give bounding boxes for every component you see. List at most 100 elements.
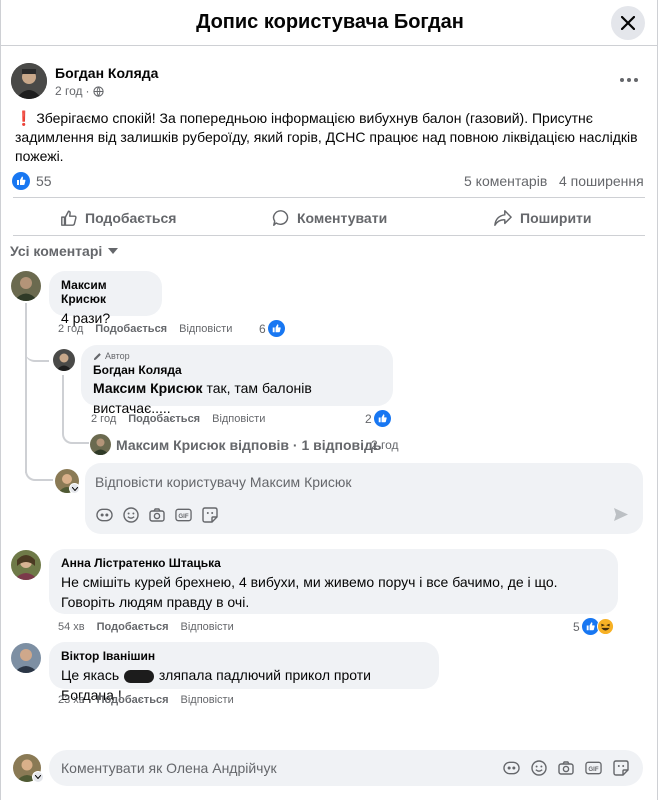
comment-author[interactable]: Віктор Іванішин (61, 649, 427, 663)
dialog-header: Допис користувача Богдан (1, 0, 658, 46)
reply-reactions[interactable]: 2 (365, 410, 391, 427)
author-badge: Автор (105, 351, 130, 361)
comment-author[interactable]: Максим Крисюк (61, 278, 150, 306)
redacted-word (124, 669, 155, 683)
exclamation-icon: ❗ (15, 110, 33, 126)
post-body: ❗ Зберігаємо спокій! За попередньою інфо… (15, 109, 645, 166)
reaction-summary[interactable]: 55 (12, 172, 52, 190)
post-author-name[interactable]: Богдан Коляда (55, 65, 158, 81)
comment-time[interactable]: 23 хв (58, 694, 85, 706)
comment-reply-link[interactable]: Відповісти (179, 323, 232, 335)
reply-mention[interactable]: Максим Крисюк (93, 380, 203, 396)
thread-connector (25, 458, 53, 481)
comment-like-link[interactable]: Подобається (95, 323, 167, 335)
divider (13, 197, 645, 198)
avatar-dropdown[interactable] (32, 771, 44, 783)
reply-time[interactable]: 2 год (91, 413, 116, 425)
comment-icon (272, 210, 289, 226)
more-replies-name: Максим Крисюк (116, 437, 226, 453)
comment-input-placeholder: Коментувати як Олена Андрійчук (61, 760, 277, 776)
comment-like-link[interactable]: Подобається (97, 621, 169, 633)
comment-avatar[interactable] (11, 643, 41, 673)
comment-filter[interactable]: Усі коментарі (10, 243, 119, 259)
comment-input[interactable]: Коментувати як Олена Андрійчук GIF (49, 750, 643, 786)
avatar-sticker-icon[interactable] (96, 507, 113, 523)
close-icon (621, 16, 635, 30)
chevron-down-icon (108, 247, 119, 254)
comment-avatar[interactable] (11, 271, 41, 301)
avatar-sticker-icon[interactable] (503, 760, 520, 776)
svg-text:GIF: GIF (588, 766, 598, 773)
share-icon (494, 210, 512, 226)
pencil-icon (93, 352, 101, 360)
post-more-button[interactable] (615, 72, 643, 88)
emoji-icon[interactable] (123, 507, 139, 523)
send-icon (614, 508, 628, 521)
comment-text: Не смішіть курей брехнею, 4 вибухи, ми ж… (61, 574, 558, 610)
comment-time[interactable]: 54 хв (58, 621, 85, 633)
like-reaction-icon (267, 320, 285, 337)
shares-count[interactable]: 4 поширення (559, 173, 644, 189)
divider (13, 235, 645, 236)
close-button[interactable] (611, 6, 645, 40)
reply-like-link[interactable]: Подобається (128, 413, 200, 425)
comment-reaction-count: 5 (573, 619, 580, 634)
camera-icon[interactable] (558, 760, 574, 776)
comment-label: Коментувати (297, 210, 388, 226)
comment-time[interactable]: 2 год (58, 323, 83, 335)
post-time[interactable]: 2 год (55, 84, 83, 98)
comment-like-link[interactable]: Подобається (97, 694, 169, 706)
thread-connector (62, 423, 89, 444)
reply-input[interactable]: Відповісти користувачу Максим Крисюк GIF (85, 463, 643, 534)
reply-reaction-count: 2 (365, 411, 372, 426)
emoji-icon[interactable] (531, 760, 547, 776)
more-replies-time: 2 год (371, 438, 399, 452)
reply-avatar[interactable] (53, 349, 75, 371)
chevron-down-icon (35, 775, 41, 779)
comment-reply-link[interactable]: Відповісти (181, 621, 234, 633)
post-author-avatar[interactable] (11, 63, 47, 99)
reply-reply-link[interactable]: Відповісти (212, 413, 265, 425)
like-reaction-icon (12, 172, 30, 190)
comment-author[interactable]: Анна Лістратенко Штацька (61, 556, 606, 570)
share-button[interactable]: Поширити (493, 203, 592, 233)
comment-reactions[interactable]: 6 (259, 320, 285, 337)
share-label: Поширити (520, 210, 592, 226)
sticker-icon[interactable] (202, 507, 218, 523)
like-icon (61, 210, 77, 226)
thread-line (62, 375, 64, 430)
like-button[interactable]: Подобається (60, 203, 176, 233)
like-label: Подобається (85, 210, 177, 226)
send-button[interactable] (613, 507, 629, 527)
svg-text:GIF: GIF (178, 513, 188, 520)
comment-reaction-count: 6 (259, 321, 266, 336)
comments-count[interactable]: 5 коментарів (464, 173, 547, 189)
like-reaction-icon (373, 410, 391, 427)
reply-bubble: Автор Богдан Коляда Максим Крисюк так, т… (81, 345, 393, 416)
comment-bubble: Максим Крисюк 4 рази? (49, 271, 162, 326)
comment-reply-link[interactable]: Відповісти (181, 694, 234, 706)
gif-icon[interactable]: GIF (585, 760, 602, 776)
thread-connector (25, 340, 49, 362)
more-replies-avatar (90, 434, 111, 455)
view-more-replies[interactable]: Максим Крисюк відповів · 1 відповідь (116, 437, 382, 453)
comment-reactions[interactable]: 5 (573, 618, 614, 635)
likes-count: 55 (36, 173, 52, 189)
sticker-icon[interactable] (613, 760, 629, 776)
reply-author[interactable]: Богдан Коляда (93, 363, 381, 377)
camera-icon[interactable] (149, 507, 165, 523)
chevron-down-icon (71, 486, 78, 491)
reply-input-placeholder: Відповісти користувачу Максим Крисюк (95, 474, 352, 490)
comment-button[interactable]: Коментувати (272, 203, 387, 233)
post-text: Зберігаємо спокій! За попередньою інформ… (15, 110, 638, 164)
comment-bubble: Анна Лістратенко Штацька Не смішіть куре… (49, 549, 618, 614)
gif-icon[interactable]: GIF (175, 507, 192, 523)
thread-line (25, 303, 27, 473)
globe-icon (92, 85, 104, 97)
avatar-dropdown[interactable] (69, 483, 80, 494)
post-dialog: Допис користувача Богдан Богдан Коляда 2… (0, 0, 658, 800)
comment-text-start: Це якась (61, 667, 120, 683)
comment-avatar[interactable] (11, 550, 41, 580)
comment-bubble: Віктор Іванішин Це якась зляпала падлючи… (49, 642, 439, 703)
dialog-title: Допис користувача Богдан (196, 11, 464, 33)
